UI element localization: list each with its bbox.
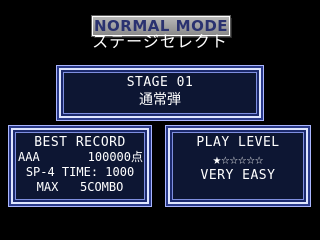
difficulty-stars: ★☆☆☆☆☆ xyxy=(170,152,306,168)
star-empty-icon: ☆ xyxy=(229,152,238,168)
play-level-title: PLAY LEVEL xyxy=(196,135,280,150)
star-empty-icon: ☆ xyxy=(246,152,255,168)
record-score: 100000点 xyxy=(87,150,143,164)
record-player-name: AAA xyxy=(18,150,40,164)
record-combo: MAX 5COMBO xyxy=(36,180,124,194)
difficulty-label: VERY EASY xyxy=(200,168,276,183)
play-level-panel: PLAY LEVEL ★☆☆☆☆☆ VERY EASY xyxy=(168,128,308,204)
record-score-row: AAA 100000点 xyxy=(13,150,147,165)
best-record-title: BEST RECORD xyxy=(34,135,126,150)
stage-select-screen: NORMAL MODE ステージセレクト STAGE 01 通常弾 BEST R… xyxy=(0,0,320,240)
record-time: SP-4 TIME: 1000 xyxy=(25,165,135,179)
star-filled-icon: ★ xyxy=(212,152,222,168)
star-empty-icon: ☆ xyxy=(221,152,230,168)
stage-number: STAGE 01 xyxy=(126,75,194,90)
star-empty-icon: ☆ xyxy=(254,152,264,168)
stage-name: 通常弾 xyxy=(139,92,181,108)
screen-title: ステージセレクト xyxy=(92,32,228,51)
stage-select-panel[interactable]: STAGE 01 通常弾 xyxy=(59,68,261,118)
best-record-panel: BEST RECORD AAA 100000点 SP-4 TIME: 1000 … xyxy=(11,128,149,204)
